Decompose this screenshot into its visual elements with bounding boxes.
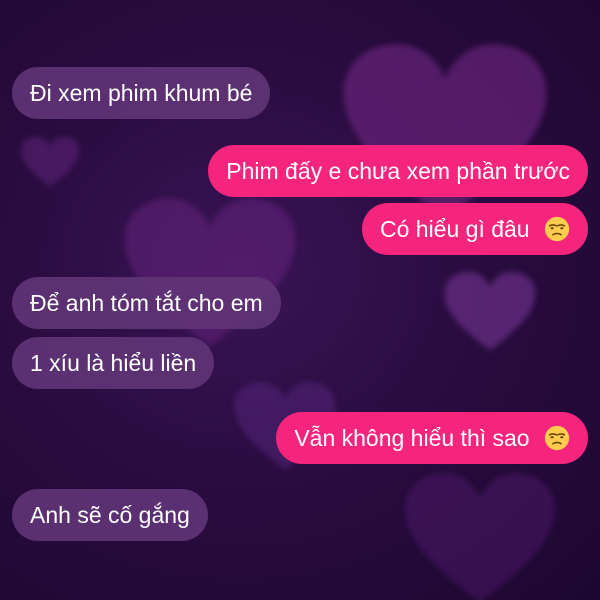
message-thread: Đi xem phim khum bé Phim đấy e chưa xem … [0, 0, 600, 600]
message-text: Đi xem phim khum bé [30, 80, 253, 106]
message-text: Có hiểu gì đâu [379, 216, 530, 242]
message-bubble-incoming[interactable]: Để anh tóm tắt cho em [12, 277, 281, 329]
message-bubble-incoming[interactable]: Anh sẽ cố gắng [12, 489, 208, 541]
unamused-face-icon [544, 425, 570, 451]
message-bubble-outgoing[interactable]: Vẫn không hiểu thì sao [276, 412, 588, 464]
message-bubble-incoming[interactable]: 1 xíu là hiểu liền [12, 337, 215, 389]
message-text: Phim đấy e chưa xem phần trước [226, 158, 570, 184]
message-bubble-outgoing[interactable]: Phim đấy e chưa xem phần trước [208, 145, 588, 197]
message-text: Để anh tóm tắt cho em [30, 290, 263, 316]
unamused-face-icon [544, 216, 570, 242]
message-text: 1 xíu là hiểu liền [30, 350, 197, 376]
message-bubble-incoming[interactable]: Đi xem phim khum bé [12, 67, 271, 119]
message-bubble-outgoing[interactable]: Có hiểu gì đâu [361, 203, 588, 255]
message-text: Anh sẽ cố gắng [30, 502, 190, 528]
message-text: Vẫn không hiểu thì sao [294, 425, 530, 451]
